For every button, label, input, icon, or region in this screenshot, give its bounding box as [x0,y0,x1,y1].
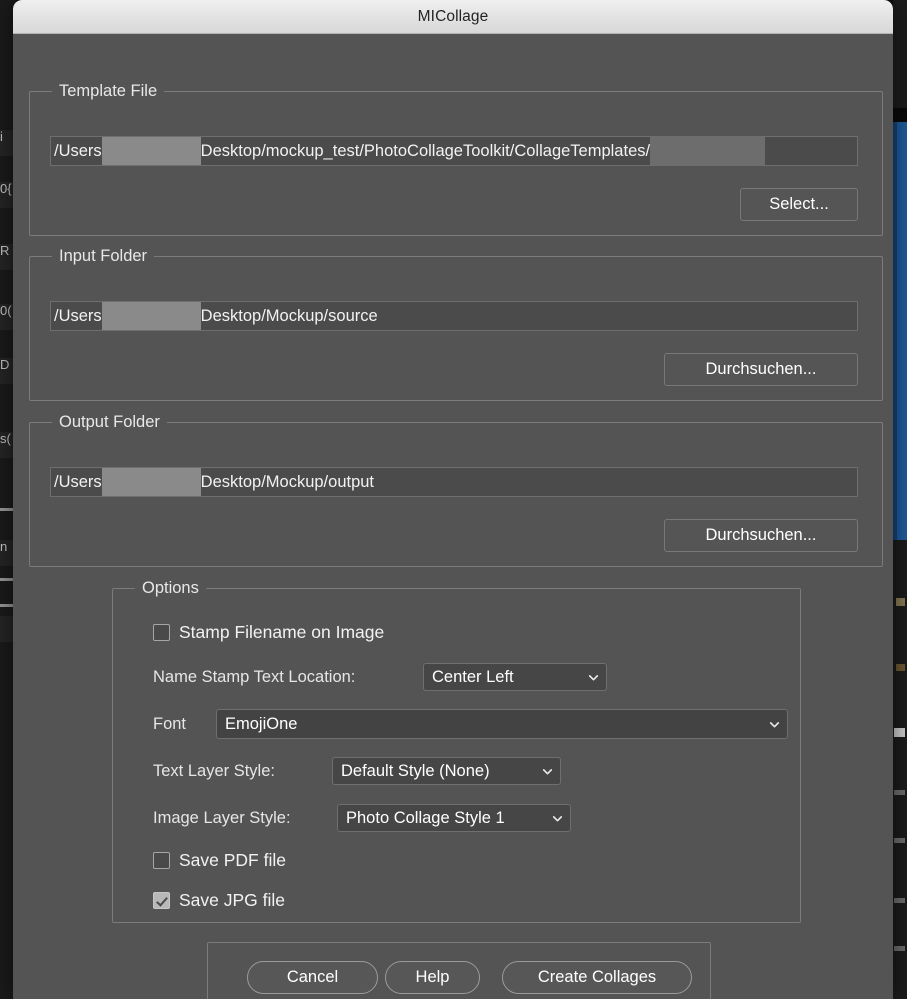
create-collages-button[interactable]: Create Collages [502,961,692,994]
background-right-marker-2 [896,664,905,671]
help-button-label: Help [415,968,450,986]
input-path-suffix: Desktop/Mockup/source [200,306,378,325]
text-layer-style-combobox-value: Default Style (None) [341,761,490,780]
image-layer-style-combobox-value: Photo Collage Style 1 [346,808,505,827]
stamp-filename-label: Stamp Filename on Image [179,622,385,642]
background-left-text-6: s( [0,432,13,458]
background-right-top [893,0,907,108]
output-path-prefix: /Users [54,472,102,491]
background-right-marker-5 [894,838,905,843]
font-combobox-value: EmojiOne [225,714,298,733]
template-select-button-label: Select... [769,195,829,213]
font-label: Font [153,715,187,733]
help-button[interactable]: Help [385,961,480,994]
background-left-text-8 [0,616,13,642]
options-group-title: Options [135,578,206,598]
save-pdf-checkbox-row[interactable]: Save PDF file [153,850,286,871]
stamp-filename-checkbox-row[interactable]: Stamp Filename on Image [153,622,384,643]
background-right-marker-3 [894,728,905,737]
background-left-divider-1 [0,508,13,511]
template-select-button[interactable]: Select... [740,188,858,221]
location-combobox-value: Center Left [432,667,514,686]
image-layer-style-combobox[interactable]: Photo Collage Style 1 [337,804,571,832]
create-collages-button-label: Create Collages [537,968,657,986]
input-browse-button-label: Durchsuchen... [705,360,817,378]
save-pdf-checkbox[interactable] [153,852,170,869]
action-buttons-group: Cancel Help Create Collages [207,942,711,999]
options-group: Options Stamp Filename on Image Name Sta… [112,578,801,923]
save-jpg-label: Save JPG file [179,890,286,910]
background-right-marker-7 [894,946,905,951]
output-browse-button[interactable]: Durchsuchen... [664,519,858,552]
font-combobox[interactable]: EmojiOne [216,709,788,739]
background-right-marker-1 [896,598,905,606]
chevron-down-icon [588,674,599,680]
input-folder-group-title: Input Folder [52,246,155,266]
input-folder-group: Input Folder /Users Desktop/Mockup/sourc… [29,246,883,401]
template-file-group-title: Template File [52,81,165,101]
output-folder-group: Output Folder /Users Desktop/Mockup/outp… [29,412,883,567]
chevron-down-icon [552,815,563,821]
input-folder-path-field[interactable]: /Users Desktop/Mockup/source [50,301,858,331]
background-left-text-5: D [0,358,13,384]
template-path-redaction-tail [650,137,766,165]
input-browse-button[interactable]: Durchsuchen... [664,353,858,386]
background-right-bottom [893,540,907,999]
save-jpg-checkbox[interactable] [153,892,170,909]
dialog-body: Template File /Users Desktop/mockup_test… [13,34,893,999]
output-browse-button-label: Durchsuchen... [705,526,817,544]
stamp-filename-checkbox[interactable] [153,624,170,641]
background-left-divider-3 [0,604,13,607]
chevron-down-icon [542,768,553,774]
text-layer-style-combobox[interactable]: Default Style (None) [332,757,561,785]
cancel-button-label: Cancel [286,968,339,986]
chevron-down-icon [769,721,780,727]
background-right-blue-edge [893,122,897,540]
background-right-gap [893,108,907,122]
save-jpg-checkbox-row[interactable]: Save JPG file [153,890,285,911]
save-pdf-label: Save PDF file [179,850,286,870]
text-layer-style-label: Text Layer Style: [153,762,275,780]
dialog-title: MICollage [417,7,489,25]
background-right-blue-panel [897,122,907,540]
location-combobox[interactable]: Center Left [423,663,607,691]
background-right-marker-4 [894,790,905,795]
background-right-marker-6 [894,898,905,903]
background-left-text-3: R [0,244,13,270]
output-folder-group-title: Output Folder [52,412,167,432]
input-path-redaction-user [101,302,201,330]
dialog-titlebar[interactable]: MICollage [13,0,893,34]
location-label: Name Stamp Text Location: [153,668,356,686]
cancel-button[interactable]: Cancel [247,961,378,994]
template-path-prefix: /Users [54,141,102,160]
output-folder-path-field[interactable]: /Users Desktop/Mockup/output [50,467,858,497]
output-path-suffix: Desktop/Mockup/output [200,472,375,491]
micollage-dialog: MICollage Template File /Users Desktop/m… [13,0,893,999]
background-left-text-4: 0( [0,304,13,330]
background-left-text-7: n [0,540,13,566]
background-left-text-2: 0{ [0,182,13,208]
input-path-prefix: /Users [54,306,102,325]
template-file-path-field[interactable]: /Users Desktop/mockup_test/PhotoCollageT… [50,136,858,166]
background-left-text-1: i [0,130,13,156]
output-path-redaction-user [101,468,201,496]
template-path-suffix: Desktop/mockup_test/PhotoCollageToolkit/… [200,141,651,160]
background-left-divider-2 [0,578,13,581]
image-layer-style-label: Image Layer Style: [153,809,291,827]
template-path-redaction-user [101,137,201,165]
template-file-group: Template File /Users Desktop/mockup_test… [29,81,883,236]
